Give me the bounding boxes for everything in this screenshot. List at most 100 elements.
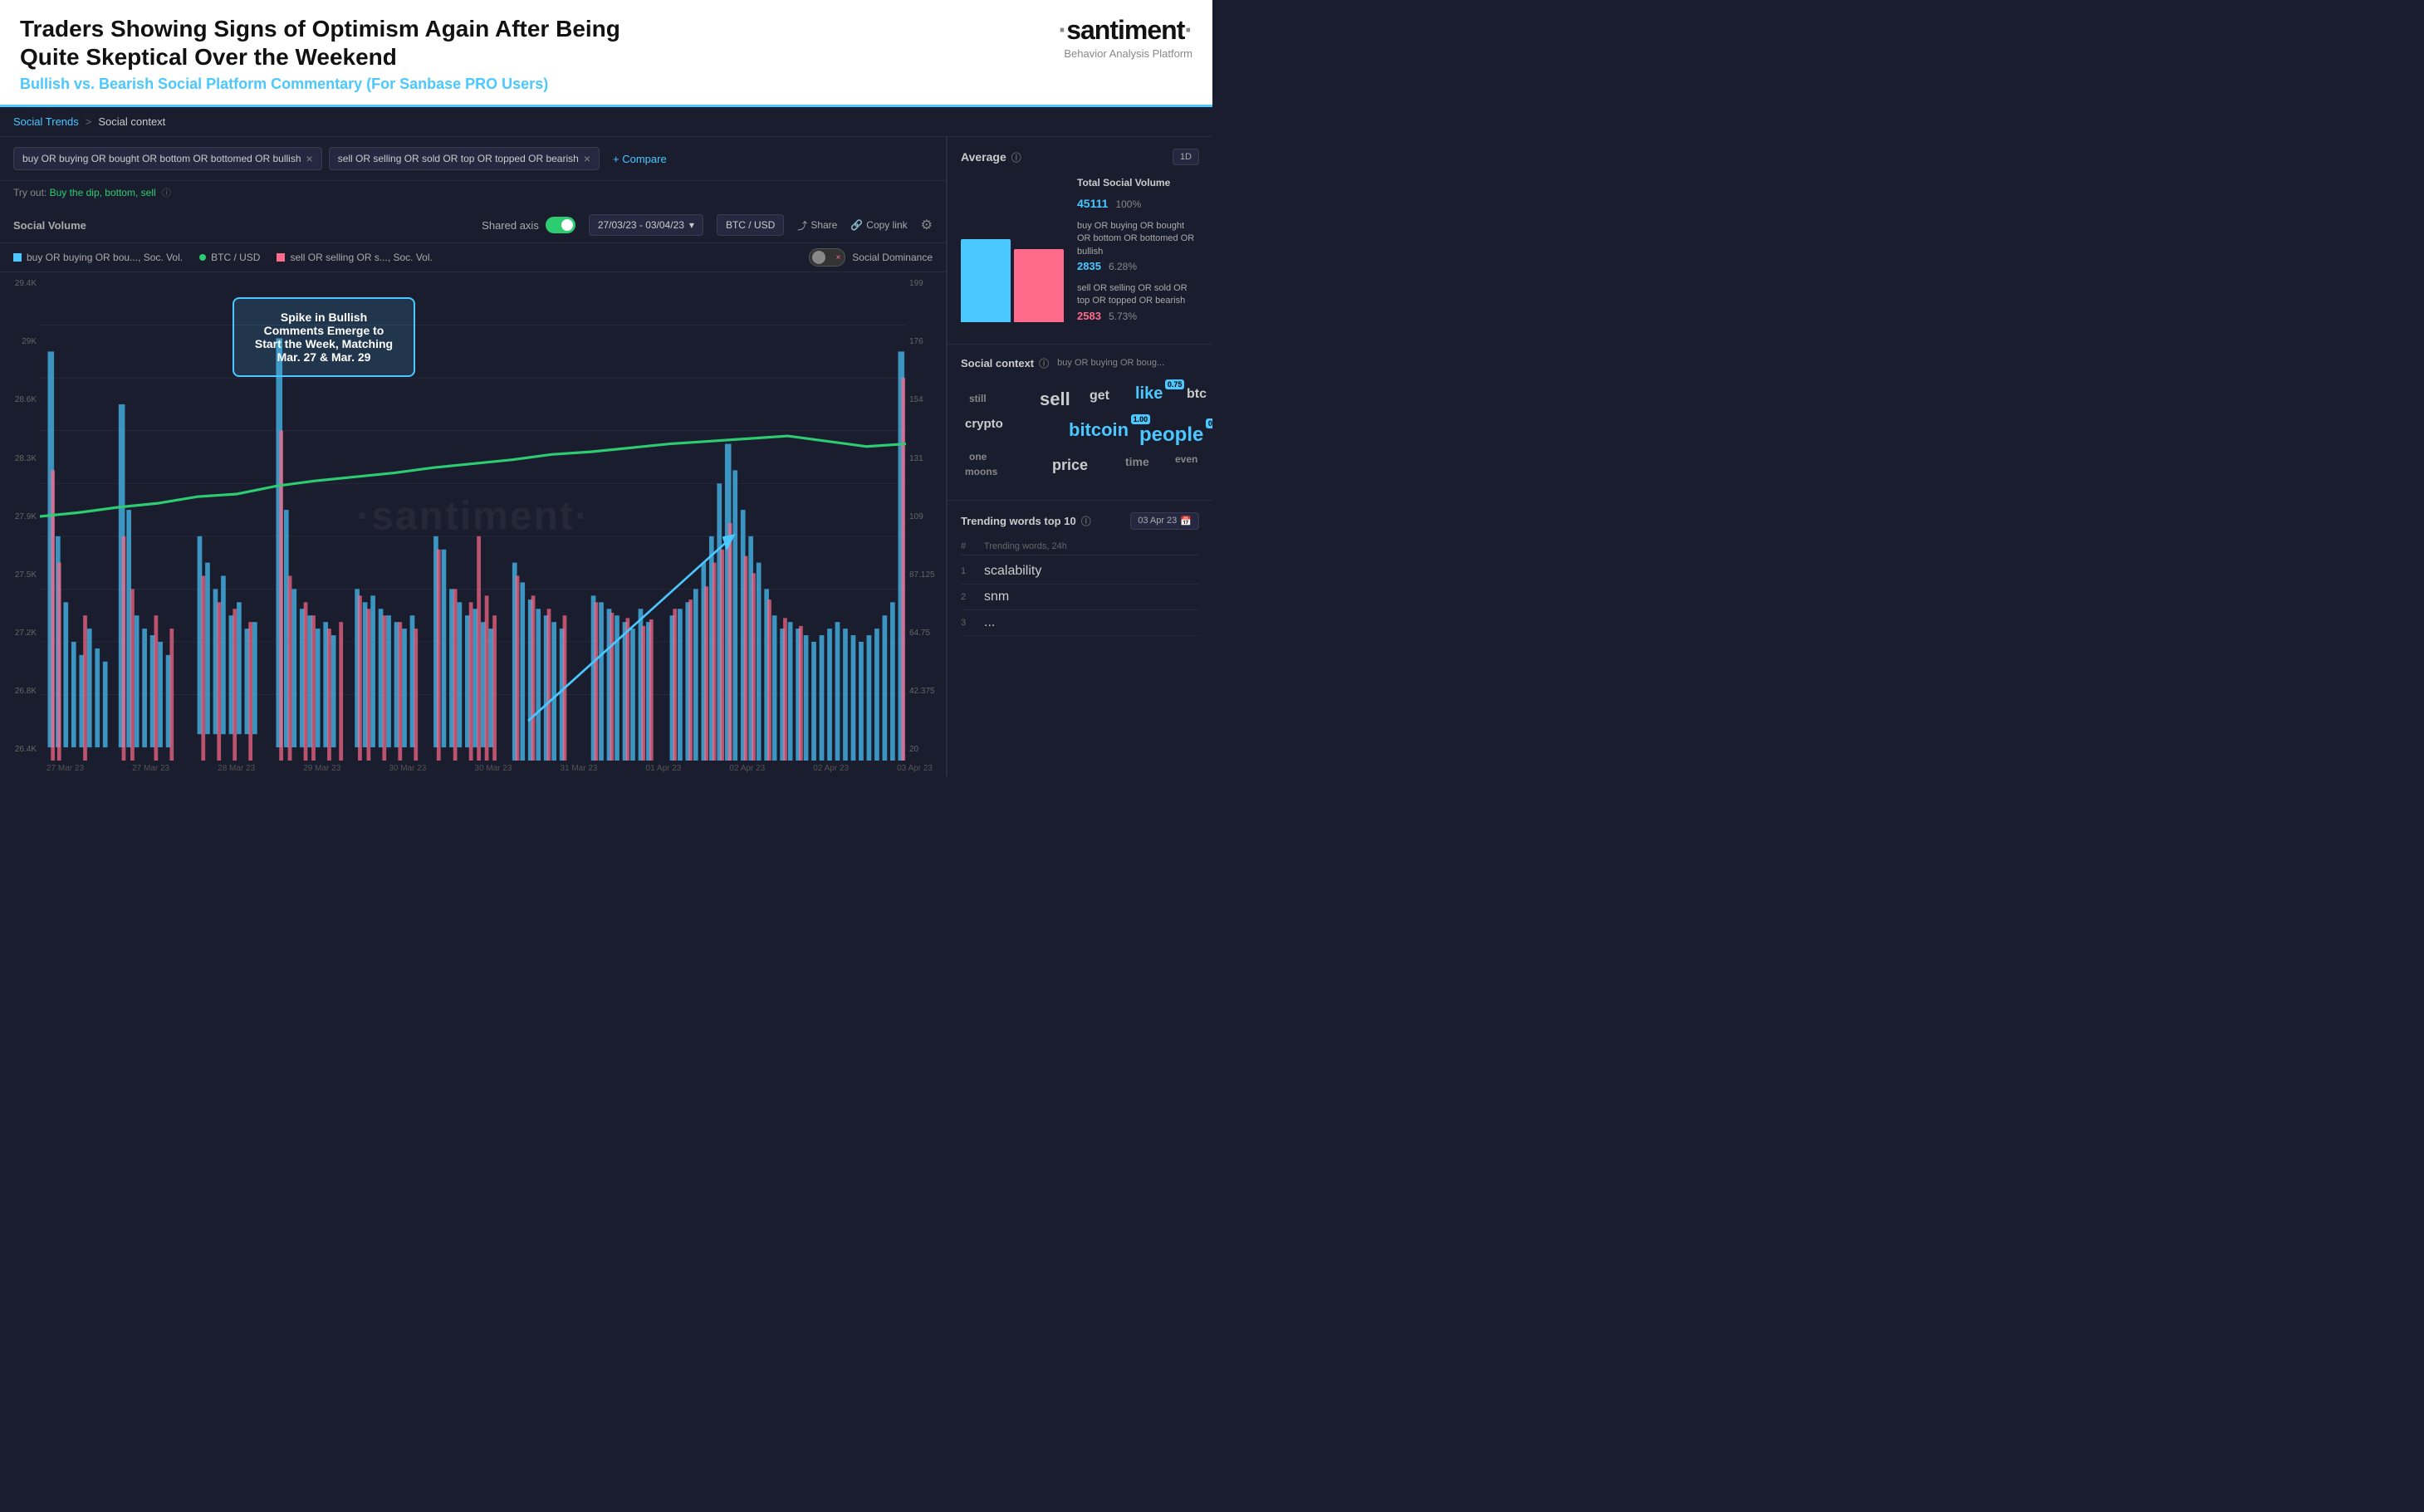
trending-section: Trending words top 10 ⓘ 03 Apr 23 📅 # Tr… (948, 501, 1212, 648)
close-tag-bullish-icon[interactable]: × (306, 152, 313, 165)
social-dominance-toggle[interactable]: × (809, 248, 845, 267)
y-label-r-4: 109 (906, 512, 946, 521)
search-tag-bearish[interactable]: sell OR selling OR sold OR top OR topped… (329, 147, 600, 170)
average-stats: Total Social Volume 45111 100% buy OR bu… (1077, 175, 1199, 331)
period-button[interactable]: 1D (1173, 149, 1199, 165)
right-panel: Average ⓘ 1D Total Social Volume 45111 1 (947, 137, 1212, 776)
search-tag-bullish[interactable]: buy OR buying OR bought OR bottom OR bot… (13, 147, 322, 170)
stat-row-bullish: buy OR buying OR bought OR bottom OR bot… (1077, 220, 1199, 276)
legend-cyan-bar (13, 253, 22, 262)
chart-toolbar: Social Volume Shared axis 27/03/23 - 03/… (0, 208, 946, 243)
breadcrumb: Social Trends > Social context (0, 107, 1212, 137)
word-even[interactable]: even (1175, 453, 1197, 465)
word-price[interactable]: price (1052, 457, 1088, 474)
y-label-3: 28.3K (0, 454, 40, 463)
chevron-down-icon: ▾ (689, 219, 694, 231)
x-label-5: 30 Mar 23 (474, 764, 512, 773)
bar1-pct: 6.28% (1109, 261, 1137, 272)
trending-row-3: 3 ... (961, 610, 1199, 636)
calendar-icon: 📅 (1180, 516, 1192, 526)
x-label-0: 27 Mar 23 (47, 764, 84, 773)
copy-label: Copy link (866, 219, 907, 231)
search-tag-bullish-text: buy OR buying OR bought OR bottom OR bot… (22, 153, 301, 164)
compare-button[interactable]: + Compare (613, 153, 667, 165)
x-label-8: 02 Apr 23 (729, 764, 765, 773)
trending-word-2[interactable]: snm (984, 590, 1199, 604)
trending-word-3[interactable]: ... (984, 615, 1199, 630)
trending-info-icon[interactable]: ⓘ (1081, 514, 1091, 528)
average-info-icon[interactable]: ⓘ (1011, 150, 1021, 164)
word-like[interactable]: like 0.75 (1135, 384, 1163, 404)
shared-axis-toggle[interactable] (546, 217, 575, 233)
x-axis: 27 Mar 23 27 Mar 23 28 Mar 23 29 Mar 23 … (0, 761, 946, 776)
legend-btc-label: BTC / USD (211, 252, 260, 263)
page-subtitle: Bullish vs. Bearish Social Platform Comm… (20, 76, 643, 93)
pair-button[interactable]: BTC / USD (717, 214, 784, 236)
shared-axis-label: Shared axis (482, 219, 539, 232)
shared-axis-group: Shared axis (482, 217, 575, 233)
word-sell[interactable]: sell (1040, 389, 1070, 410)
y-label-8: 26.4K (0, 745, 40, 754)
trending-row-2: 2 snm (961, 585, 1199, 610)
header-left: Traders Showing Signs of Optimism Again … (20, 15, 643, 93)
bar1-label: buy OR buying OR bought OR bottom OR bot… (1077, 220, 1199, 258)
share-icon: ⤴ (797, 218, 807, 232)
total-social-volume-label: Total Social Volume (1077, 175, 1199, 191)
trending-title: Trending words top 10 ⓘ (961, 514, 1091, 528)
y-label-r-5: 87.125 (906, 570, 946, 580)
social-context-filter-label: buy OR buying OR boug... (1057, 358, 1164, 368)
social-dominance-group: × Social Dominance (809, 248, 933, 267)
y-label-r-3: 131 (906, 454, 946, 463)
share-button[interactable]: ⤴ Share (797, 218, 837, 232)
try-out-info-icon[interactable]: ⓘ (162, 188, 171, 198)
chart-svg (40, 272, 906, 761)
trending-table-header: # Trending words, 24h (961, 538, 1199, 555)
link-icon: 🔗 (850, 219, 863, 231)
trending-col-label: Trending words, 24h (984, 541, 1199, 551)
trending-header: Trending words top 10 ⓘ 03 Apr 23 📅 (961, 512, 1199, 530)
social-context-info-icon[interactable]: ⓘ (1039, 356, 1049, 370)
copy-link-button[interactable]: 🔗 Copy link (850, 219, 907, 231)
date-range-button[interactable]: 27/03/23 - 03/04/23 ▾ (589, 214, 703, 236)
y-label-r-1: 176 (906, 337, 946, 346)
page-header: Traders Showing Signs of Optimism Again … (0, 0, 1212, 107)
word-one[interactable]: one (969, 451, 987, 462)
word-people[interactable]: people 0.73 (1139, 423, 1203, 447)
chart-legend: buy OR buying OR bou..., Soc. Vol. BTC /… (0, 243, 946, 272)
y-label-r-2: 154 (906, 395, 946, 404)
santiment-logo: ·santiment· (1059, 15, 1192, 46)
close-tag-bearish-icon[interactable]: × (584, 152, 590, 165)
x-label-3: 29 Mar 23 (303, 764, 340, 773)
word-cloud: sell still get like 0.75 btc crypto bitc… (961, 380, 1199, 488)
word-bitcoin[interactable]: bitcoin 1.00 (1069, 419, 1129, 441)
word-get[interactable]: get (1090, 389, 1109, 404)
logo-subtitle: Behavior Analysis Platform (1059, 47, 1192, 60)
try-out-label: Try out: (13, 187, 47, 198)
try-out-link[interactable]: Buy the dip, bottom, sell (50, 187, 156, 198)
word-moons[interactable]: moons (965, 466, 997, 477)
word-still[interactable]: still (969, 393, 987, 404)
word-btc[interactable]: btc (1187, 387, 1207, 402)
settings-button[interactable]: ⚙ (921, 217, 933, 233)
bar1-value: 2835 (1077, 260, 1101, 272)
word-like-badge: 0.75 (1165, 379, 1185, 389)
trending-date-button[interactable]: 03 Apr 23 📅 (1130, 512, 1199, 530)
legend-btc: BTC / USD (199, 252, 260, 263)
y-label-7: 26.8K (0, 687, 40, 696)
breadcrumb-separator: > (86, 115, 92, 128)
social-context-section: Social context ⓘ buy OR buying OR boug..… (948, 345, 1212, 501)
x-label-4: 30 Mar 23 (389, 764, 426, 773)
trending-word-1[interactable]: scalability (984, 564, 1199, 579)
y-label-2: 28.6K (0, 395, 40, 404)
legend-bearish-label: sell OR selling OR s..., Soc. Vol. (290, 252, 432, 263)
word-time[interactable]: time (1125, 455, 1149, 468)
legend-bearish: sell OR selling OR s..., Soc. Vol. (277, 252, 432, 263)
search-tag-bearish-text: sell OR selling OR sold OR top OR topped… (338, 153, 579, 164)
breadcrumb-social-trends[interactable]: Social Trends (13, 115, 79, 128)
breadcrumb-current: Social context (98, 115, 165, 128)
stat-row-bearish: sell OR selling OR sold OR top OR topped… (1077, 282, 1199, 325)
y-label-6: 27.2K (0, 629, 40, 638)
trending-row-1: 1 scalability (961, 559, 1199, 585)
x-label-6: 31 Mar 23 (560, 764, 597, 773)
word-crypto[interactable]: crypto (965, 417, 1003, 431)
